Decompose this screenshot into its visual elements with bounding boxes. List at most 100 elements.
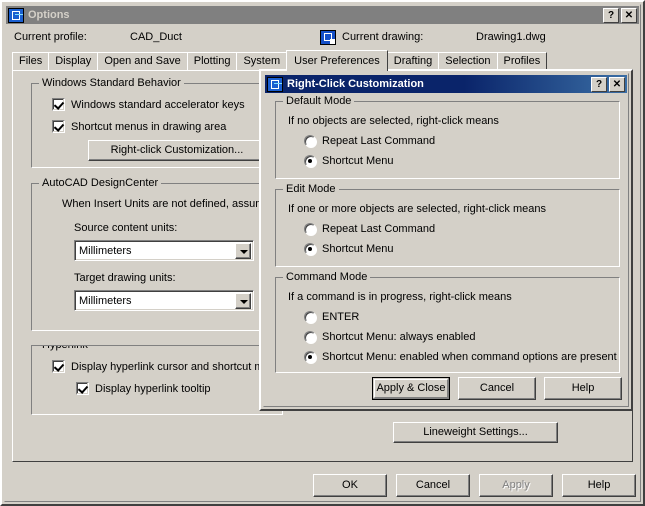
button-label: Cancel (479, 382, 515, 394)
designcenter-note: When Insert Units are not defined, assum… (62, 198, 274, 210)
screen: Options ? ✕ Current profile: CAD_Duct Cu… (0, 0, 645, 506)
source-content-units-label: Source content units: (74, 222, 178, 234)
chevron-down-icon[interactable] (235, 242, 251, 259)
radio-icon (304, 243, 316, 255)
ok-button[interactable]: OK (313, 474, 387, 497)
target-drawing-units-combo[interactable]: Millimeters (74, 290, 254, 311)
button-label: Lineweight Settings... (423, 426, 528, 438)
button-label: Apply & Close (376, 382, 446, 394)
button-label: Help (571, 382, 595, 394)
command-mode-title: Command Mode (283, 271, 371, 283)
edit-mode-group: Edit Mode If one or more objects are sel… (275, 183, 620, 267)
radio-command-enter[interactable]: ENTER (304, 311, 359, 323)
help-icon[interactable]: ? (591, 76, 607, 92)
tab-selection[interactable]: Selection (438, 52, 498, 70)
options-titlebar[interactable]: Options ? ✕ (6, 6, 639, 24)
radio-icon (304, 223, 316, 235)
right-click-customization-button[interactable]: Right-click Customization... (88, 140, 266, 161)
command-mode-group: Command Mode If a command is in progress… (275, 271, 620, 373)
button-label: Cancel (415, 479, 451, 491)
autocad-icon (267, 76, 283, 92)
hyperlink-title: Hyperlink (39, 346, 91, 351)
rightclick-titlebar[interactable]: Right-Click Customization ? ✕ (265, 75, 627, 93)
radio-command-shortcut-always[interactable]: Shortcut Menu: always enabled (304, 331, 475, 343)
checkbox-display-hyperlink-cursor[interactable]: Display hyperlink cursor and shortcut me… (52, 360, 282, 373)
rightclick-title: Right-Click Customization (287, 78, 424, 90)
checkmark-icon (52, 120, 65, 133)
radio-default-repeat-last-command[interactable]: Repeat Last Command (304, 135, 435, 147)
windows-standard-behavior-group: Windows Standard Behavior Windows standa… (31, 77, 283, 168)
radio-icon (304, 311, 316, 323)
tab-profiles[interactable]: Profiles (496, 52, 548, 70)
radio-label: Shortcut Menu (322, 155, 394, 167)
options-title: Options (28, 9, 70, 21)
close-icon[interactable]: ✕ (621, 7, 637, 23)
checkbox-label: Display hyperlink tooltip (95, 382, 211, 395)
close-icon[interactable]: ✕ (609, 76, 625, 92)
checkbox-label: Shortcut menus in drawing area (71, 120, 227, 133)
radio-icon (304, 331, 316, 343)
cancel-button[interactable]: Cancel (396, 474, 470, 497)
combo-value: Millimeters (79, 294, 132, 307)
current-drawing-label: Current drawing: (342, 31, 424, 43)
hyperlink-group: Hyperlink Display hyperlink cursor and s… (31, 345, 283, 415)
apply-and-close-button[interactable]: Apply & Close (372, 377, 450, 400)
designcenter-group: AutoCAD DesignCenter When Insert Units a… (31, 177, 283, 331)
checkbox-display-hyperlink-tooltip[interactable]: Display hyperlink tooltip (76, 382, 211, 395)
radio-icon (304, 135, 316, 147)
tab-system[interactable]: System (236, 52, 288, 70)
tab-plotting[interactable]: Plotting (186, 52, 238, 70)
current-drawing-value: Drawing1.dwg (476, 31, 546, 43)
radio-edit-repeat-last-command[interactable]: Repeat Last Command (304, 223, 435, 235)
edit-mode-note: If one or more objects are selected, rig… (288, 203, 547, 215)
autocad-icon (8, 7, 24, 23)
options-help-button[interactable]: Help (562, 474, 636, 497)
rightclick-help-button[interactable]: Help (544, 377, 622, 400)
checkmark-icon (52, 360, 65, 373)
default-mode-title: Default Mode (283, 95, 355, 107)
chevron-down-icon[interactable] (235, 292, 251, 309)
tab-display[interactable]: Display (48, 52, 99, 70)
command-mode-note: If a command is in progress, right-click… (288, 291, 512, 303)
lineweight-settings-button[interactable]: Lineweight Settings... (393, 422, 558, 443)
windows-standard-behavior-title: Windows Standard Behavior (39, 77, 184, 89)
rightclick-cancel-button[interactable]: Cancel (458, 377, 536, 400)
checkbox-shortcut-menus-drawing-area[interactable]: Shortcut menus in drawing area (52, 120, 226, 133)
profile-row: Current profile: CAD_Duct Current drawin… (10, 30, 635, 46)
edit-mode-title: Edit Mode (283, 183, 339, 195)
current-profile-label: Current profile: (14, 31, 87, 43)
source-content-units-combo[interactable]: Millimeters (74, 240, 254, 261)
tab-open-and-save[interactable]: Open and Save (97, 52, 188, 70)
radio-icon (304, 155, 316, 167)
checkbox-label: Display hyperlink cursor and shortcut me… (71, 360, 282, 373)
checkbox-windows-accelerator-keys[interactable]: Windows standard accelerator keys (52, 98, 245, 111)
tab-files[interactable]: Files (12, 52, 50, 70)
radio-label: Repeat Last Command (322, 223, 436, 235)
combo-value: Millimeters (79, 244, 132, 257)
radio-edit-shortcut-menu[interactable]: Shortcut Menu (304, 243, 394, 255)
designcenter-title: AutoCAD DesignCenter (39, 177, 162, 189)
radio-icon (304, 351, 316, 363)
radio-label: Shortcut Menu: enabled when command opti… (322, 351, 617, 363)
radio-label: Repeat Last Command (322, 135, 436, 147)
button-label: OK (342, 479, 358, 491)
button-label: Help (587, 479, 611, 491)
tab-drafting[interactable]: Drafting (386, 52, 440, 70)
checkbox-label: Windows standard accelerator keys (71, 98, 245, 111)
rightclick-customization-dialog: Right-Click Customization ? ✕ Default Mo… (259, 69, 633, 411)
button-label: Apply (502, 479, 530, 491)
button-label: Right-click Customization... (110, 144, 244, 156)
drawing-icon (320, 30, 336, 45)
radio-default-shortcut-menu[interactable]: Shortcut Menu (304, 155, 394, 167)
current-profile-value: CAD_Duct (130, 31, 182, 43)
checkmark-icon (76, 382, 89, 395)
apply-button: Apply (479, 474, 553, 497)
radio-command-shortcut-when-options[interactable]: Shortcut Menu: enabled when command opti… (304, 351, 617, 363)
default-mode-note: If no objects are selected, right-click … (288, 115, 499, 127)
help-icon[interactable]: ? (603, 7, 619, 23)
tab-user-preferences[interactable]: User Preferences (286, 50, 388, 71)
target-drawing-units-label: Target drawing units: (74, 272, 176, 284)
radio-label: Shortcut Menu: always enabled (322, 331, 476, 343)
checkmark-icon (52, 98, 65, 111)
default-mode-group: Default Mode If no objects are selected,… (275, 95, 620, 179)
